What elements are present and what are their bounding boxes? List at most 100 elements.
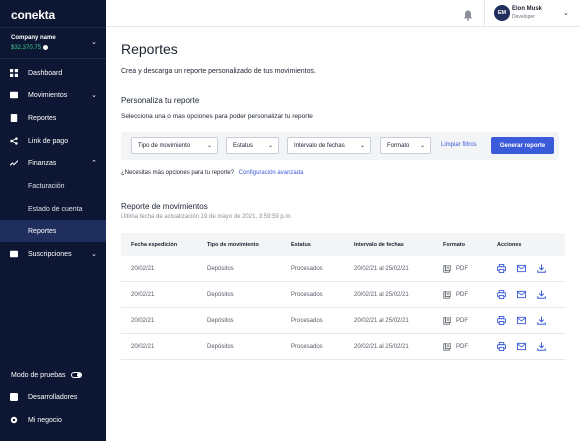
card-icon xyxy=(0,250,28,258)
chevron-down-icon: ⌄ xyxy=(419,143,425,149)
status-select[interactable]: Estatus ⌄ xyxy=(226,137,279,154)
format-label: PDF xyxy=(456,291,468,298)
format-label: PDF xyxy=(456,343,468,350)
sidebar-item-suscripciones[interactable]: Suscripciones ⌄ xyxy=(0,243,106,265)
column-header: Estatus xyxy=(291,241,311,248)
chevron-down-icon: ⌄ xyxy=(91,39,97,46)
cell-fecha: 20/02/21 xyxy=(131,265,155,272)
sidebar: conekta Company name $32,370.75 ⌄ Dashbo… xyxy=(0,0,106,441)
avatar[interactable]: EM xyxy=(494,5,510,21)
download-icon[interactable] xyxy=(537,342,546,351)
cell-intervalo: 20/02/21 al 25/02/21 xyxy=(354,291,409,298)
mail-icon[interactable] xyxy=(517,316,526,325)
print-icon[interactable] xyxy=(497,342,506,351)
company-switcher[interactable]: Company name $32,370.75 ⌄ xyxy=(0,27,106,59)
user-name[interactable]: Elon Musk xyxy=(512,6,542,12)
cell-tipo: Depósitos xyxy=(207,291,234,298)
test-mode-toggle-row[interactable]: Modo de pruebas xyxy=(0,364,106,386)
format-label: PDF xyxy=(456,265,468,272)
test-mode-label: Modo de pruebas xyxy=(11,371,66,379)
column-header: Intervalo de fechas xyxy=(354,241,404,248)
dashboard-icon xyxy=(0,69,28,77)
sidebar-item-mi-negocio[interactable]: Mi negocio xyxy=(0,409,106,431)
pdf-file-icon xyxy=(443,290,451,299)
chevron-down-icon[interactable]: ⌄ xyxy=(563,9,569,17)
cell-estatus: Procesados xyxy=(291,291,323,298)
chevron-down-icon: ⌄ xyxy=(206,143,212,149)
sidebar-subitem-reportes[interactable]: Reportes xyxy=(0,220,106,242)
company-balance: $32,370.75 xyxy=(11,45,49,51)
trend-icon xyxy=(0,159,28,167)
info-icon xyxy=(43,45,49,50)
chevron-down-icon: ⌄ xyxy=(359,143,365,149)
column-header: Tipo de movimiento xyxy=(207,241,259,248)
report-title: Reporte de movimientos xyxy=(121,202,208,211)
mail-icon[interactable] xyxy=(517,342,526,351)
cell-fecha: 20/02/21 xyxy=(131,343,155,350)
sidebar-item-label: Suscripciones xyxy=(28,250,72,258)
sidebar-item-movimientos[interactable]: Movimientos ⌄ xyxy=(0,84,106,106)
sidebar-item-desarrolladores[interactable]: Desarrolladores xyxy=(0,386,106,408)
cell-formato: PDF xyxy=(443,256,468,281)
cell-formato: PDF xyxy=(443,308,468,333)
select-label: Tipo de movimiento xyxy=(138,142,191,149)
code-icon xyxy=(0,393,28,401)
print-icon[interactable] xyxy=(497,316,506,325)
download-icon[interactable] xyxy=(537,316,546,325)
date-range-select[interactable]: Intervalo de fechas ⌄ xyxy=(287,137,371,154)
mail-icon[interactable] xyxy=(517,264,526,273)
bell-icon[interactable] xyxy=(463,8,473,21)
customize-title: Personaliza tu reporte xyxy=(121,96,200,105)
cell-estatus: Procesados xyxy=(291,343,323,350)
download-icon[interactable] xyxy=(537,290,546,299)
print-icon[interactable] xyxy=(497,290,506,299)
column-header: Formato xyxy=(443,241,465,248)
movement-type-select[interactable]: Tipo de movimiento ⌄ xyxy=(131,137,218,154)
sidebar-item-dashboard[interactable]: Dashboard xyxy=(0,62,106,84)
cell-intervalo: 20/02/21 al 25/02/21 xyxy=(354,265,409,272)
sidebar-item-label: Movimientos xyxy=(28,91,68,99)
format-select[interactable]: Formato ⌄ xyxy=(380,137,431,154)
column-header: Fecha expedición xyxy=(131,241,178,248)
table-row: 20/02/21 Depósitos Procesados 20/02/21 al 2… xyxy=(121,308,565,334)
last-updated-text: Última fecha de actualización 19 de mayo… xyxy=(121,214,293,220)
sidebar-subitem-facturacion[interactable]: Facturación xyxy=(0,175,106,197)
cell-intervalo: 20/02/21 al 25/02/21 xyxy=(354,343,409,350)
cell-formato: PDF xyxy=(443,334,468,359)
sidebar-item-label: Dashboard xyxy=(28,69,63,77)
test-mode-toggle[interactable] xyxy=(71,372,83,378)
sidebar-item-finanzas[interactable]: Finanzas ⌃ xyxy=(0,152,106,174)
sidebar-item-label: Mi negocio xyxy=(28,416,62,424)
print-icon[interactable] xyxy=(497,264,506,273)
cell-acciones xyxy=(497,308,557,333)
advanced-config-link[interactable]: Configuración avanzada xyxy=(239,170,304,176)
cell-fecha: 20/02/21 xyxy=(131,317,155,324)
mail-icon[interactable] xyxy=(517,290,526,299)
pdf-file-icon xyxy=(443,316,451,325)
sidebar-item-label: Link de pago xyxy=(28,137,69,145)
conekta-logo[interactable]: conekta xyxy=(11,8,55,22)
sidebar-item-label: Desarrolladores xyxy=(28,393,78,401)
chevron-down-icon: ⌄ xyxy=(267,143,273,149)
customize-subtitle: Selecciona una o mas opciones para poder… xyxy=(121,113,313,120)
clear-filters-link[interactable]: Limpiar filtros xyxy=(441,142,477,148)
generate-report-button[interactable]: Generar reporte xyxy=(491,137,554,154)
sidebar-subitem-estado-de-cuenta[interactable]: Estado de cuenta xyxy=(0,198,106,220)
cell-acciones xyxy=(497,334,557,359)
chevron-down-icon: ⌄ xyxy=(91,251,97,258)
document-icon xyxy=(0,114,28,122)
more-options-text: ¿Necesitas más opciones para tu reporte?… xyxy=(121,170,303,176)
more-options-label: ¿Necesitas más opciones para tu reporte? xyxy=(121,170,235,176)
table-row: 20/02/21 Depósitos Procesados 20/02/21 al 2… xyxy=(121,256,565,282)
download-icon[interactable] xyxy=(537,264,546,273)
sidebar-item-reportes[interactable]: Reportes xyxy=(0,107,106,129)
select-label: Intervalo de fechas xyxy=(294,142,345,149)
sidebar-item-label: Reportes xyxy=(28,114,57,122)
filter-bar: Tipo de movimiento ⌄ Estatus ⌄ Intervalo d… xyxy=(121,132,559,160)
table-body: 20/02/21 Depósitos Procesados 20/02/21 al 2… xyxy=(121,256,565,360)
format-label: PDF xyxy=(456,317,468,324)
sidebar-item-link-de-pago[interactable]: Link de pago xyxy=(0,130,106,152)
gear-icon xyxy=(0,416,28,424)
page-subtitle: Crea y descarga un reporte personalizado… xyxy=(121,68,316,75)
table-row: 20/02/21 Depósitos Procesados 20/02/21 al 2… xyxy=(121,334,565,360)
